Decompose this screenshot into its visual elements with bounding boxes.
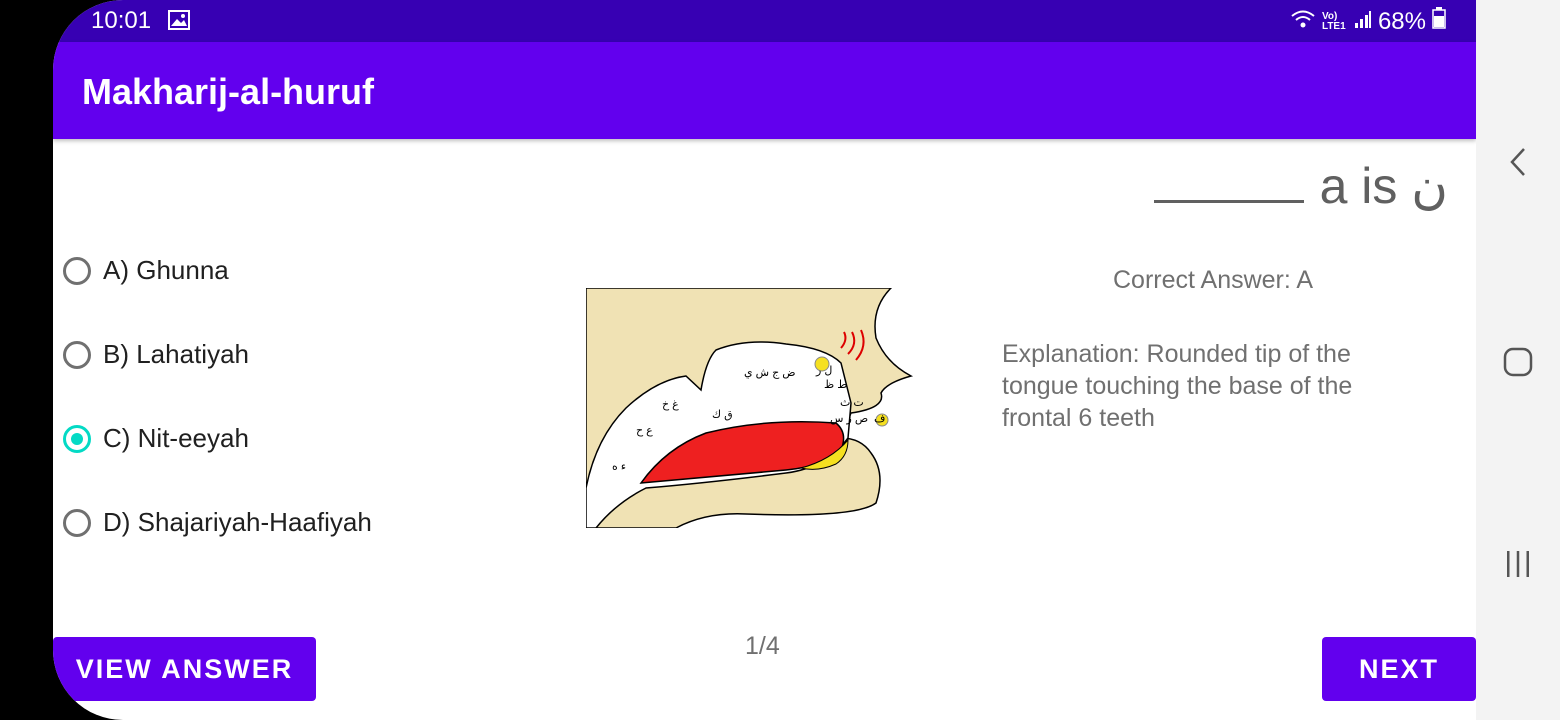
- correct-answer: Correct Answer: A: [1113, 266, 1314, 294]
- label-sad-zay-sin: ص ز س: [830, 413, 868, 425]
- option-c-label: C) Nit-eeyah: [103, 423, 249, 453]
- label-hamza-ha: ء ه: [612, 461, 626, 473]
- label-qaf-kaf: ق ك: [712, 409, 733, 421]
- option-a[interactable]: A) Ghunna: [63, 255, 229, 286]
- option-d-label: D) Shajariyah-Haafiyah: [103, 507, 372, 537]
- network-label: Vo) LTE1: [1321, 10, 1346, 32]
- gallery-icon: [168, 10, 190, 35]
- battery-icon: [1432, 7, 1446, 36]
- system-nav-bar: [1476, 0, 1560, 720]
- label-ain-ha: ع ح: [636, 425, 653, 437]
- question-counter: 1/4: [745, 632, 780, 660]
- radio-option-b[interactable]: [63, 340, 91, 369]
- app-screen: 10:01 Vo) LTE1 68% Makharij-al-huruf a i…: [53, 0, 1476, 720]
- status-indicators: Vo) LTE1 68%: [1290, 7, 1446, 36]
- option-a-label: A) Ghunna: [103, 255, 229, 285]
- option-b[interactable]: B) Lahatiyah: [63, 339, 249, 370]
- option-c[interactable]: C) Nit-eeyah: [63, 423, 249, 454]
- next-button[interactable]: NEXT: [1322, 637, 1476, 701]
- label-ta-zha: ط ظ: [824, 379, 847, 391]
- radio-option-d[interactable]: [63, 508, 91, 537]
- option-b-label: B) Lahatiyah: [103, 339, 249, 369]
- app-title: Makharij-al-huruf: [82, 71, 375, 112]
- label-lam-ra: ل ر: [815, 365, 832, 377]
- view-answer-button[interactable]: VIEW ANSWER: [53, 637, 316, 701]
- question-text: a is ن: [1153, 152, 1448, 215]
- status-time: 10:01: [91, 7, 152, 34]
- app-bar: Makharij-al-huruf: [53, 42, 1476, 139]
- label-ghain-kha: غ خ: [662, 399, 679, 411]
- question-label: a is ن: [1319, 158, 1448, 214]
- signal-icon: [1354, 8, 1372, 36]
- wifi-icon: [1290, 8, 1316, 36]
- label-shajariyah: ض ج ش ي: [744, 367, 796, 379]
- answer-explanation: Explanation: Rounded tip of the tongue t…: [1002, 340, 1353, 432]
- radio-option-c[interactable]: [63, 424, 91, 453]
- back-nav-icon[interactable]: [1476, 146, 1560, 178]
- answer-blank: [1153, 152, 1304, 203]
- label-fa: ف: [874, 413, 885, 425]
- status-bar: 10:01 Vo) LTE1 68%: [53, 0, 1476, 42]
- home-nav-icon[interactable]: [1476, 346, 1560, 378]
- label-ta-tha: ت ث: [840, 397, 864, 409]
- recents-nav-icon[interactable]: [1476, 548, 1560, 580]
- mouth-diagram: ض ج ش ي غ خ ع ح ق ك ء ه ل ر ط ظ ت ث ص ز …: [586, 288, 916, 528]
- option-d[interactable]: D) Shajariyah-Haafiyah: [63, 507, 372, 538]
- battery-level: 68%: [1377, 7, 1426, 35]
- radio-option-a[interactable]: [63, 256, 91, 285]
